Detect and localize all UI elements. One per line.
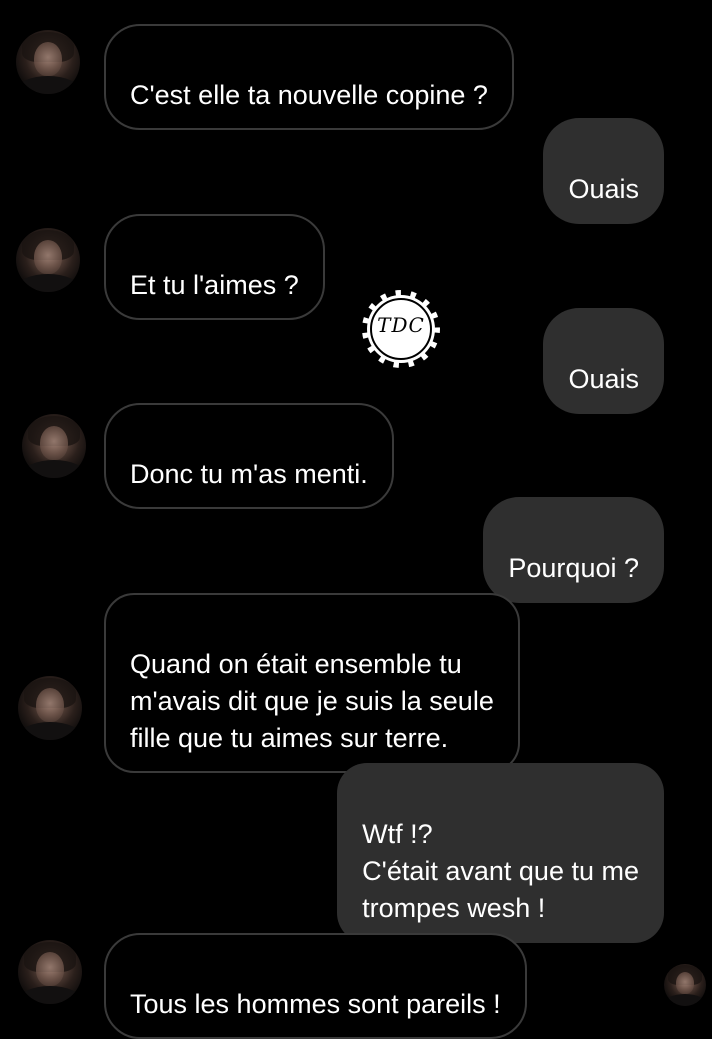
message-text: Wtf !? C'était avant que tu me trompes w… (362, 819, 639, 923)
avatar-shoulders (18, 722, 82, 740)
avatar-shoulders (16, 76, 80, 94)
message-text: Pourquoi ? (508, 553, 639, 583)
message-text: Tous les hommes sont pareils ! (130, 989, 501, 1019)
avatar-face (676, 972, 694, 994)
contact-avatar[interactable] (16, 30, 80, 94)
incoming-message-bubble[interactable]: Quand on était ensemble tu m'avais dit q… (104, 593, 520, 773)
outgoing-message-bubble[interactable]: Ouais (543, 308, 664, 414)
watermark-logo: TDC (362, 290, 440, 368)
avatar-face (34, 42, 62, 76)
incoming-message-bubble[interactable]: Et tu l'aimes ? (104, 214, 325, 320)
seen-avatar (664, 964, 706, 1006)
avatar-face (40, 426, 68, 460)
incoming-message-bubble[interactable]: Donc tu m'as menti. (104, 403, 394, 509)
outgoing-message-bubble[interactable]: Ouais (543, 118, 664, 224)
outgoing-message-bubble[interactable]: Pourquoi ? (483, 497, 664, 603)
incoming-message-bubble[interactable]: C'est elle ta nouvelle copine ? (104, 24, 514, 130)
avatar-shoulders (22, 460, 86, 478)
contact-avatar[interactable] (22, 414, 86, 478)
message-text: Ouais (568, 364, 639, 394)
avatar-face (34, 240, 62, 274)
message-text: Donc tu m'as menti. (130, 459, 368, 489)
avatar-face (36, 952, 64, 986)
avatar-face (36, 688, 64, 722)
outgoing-message-bubble[interactable]: Wtf !? C'était avant que tu me trompes w… (337, 763, 664, 943)
message-text: C'est elle ta nouvelle copine ? (130, 80, 488, 110)
avatar-shoulders (18, 986, 82, 1004)
message-text: Et tu l'aimes ? (130, 270, 299, 300)
contact-avatar[interactable] (18, 940, 82, 1004)
avatar-shoulders (664, 994, 706, 1006)
incoming-message-bubble[interactable]: Tous les hommes sont pareils ! (104, 933, 527, 1039)
watermark-text: TDC (377, 313, 425, 337)
message-text: Ouais (568, 174, 639, 204)
avatar-shoulders (16, 274, 80, 292)
contact-avatar[interactable] (16, 228, 80, 292)
contact-avatar[interactable] (18, 676, 82, 740)
message-text: Quand on était ensemble tu m'avais dit q… (130, 649, 494, 753)
